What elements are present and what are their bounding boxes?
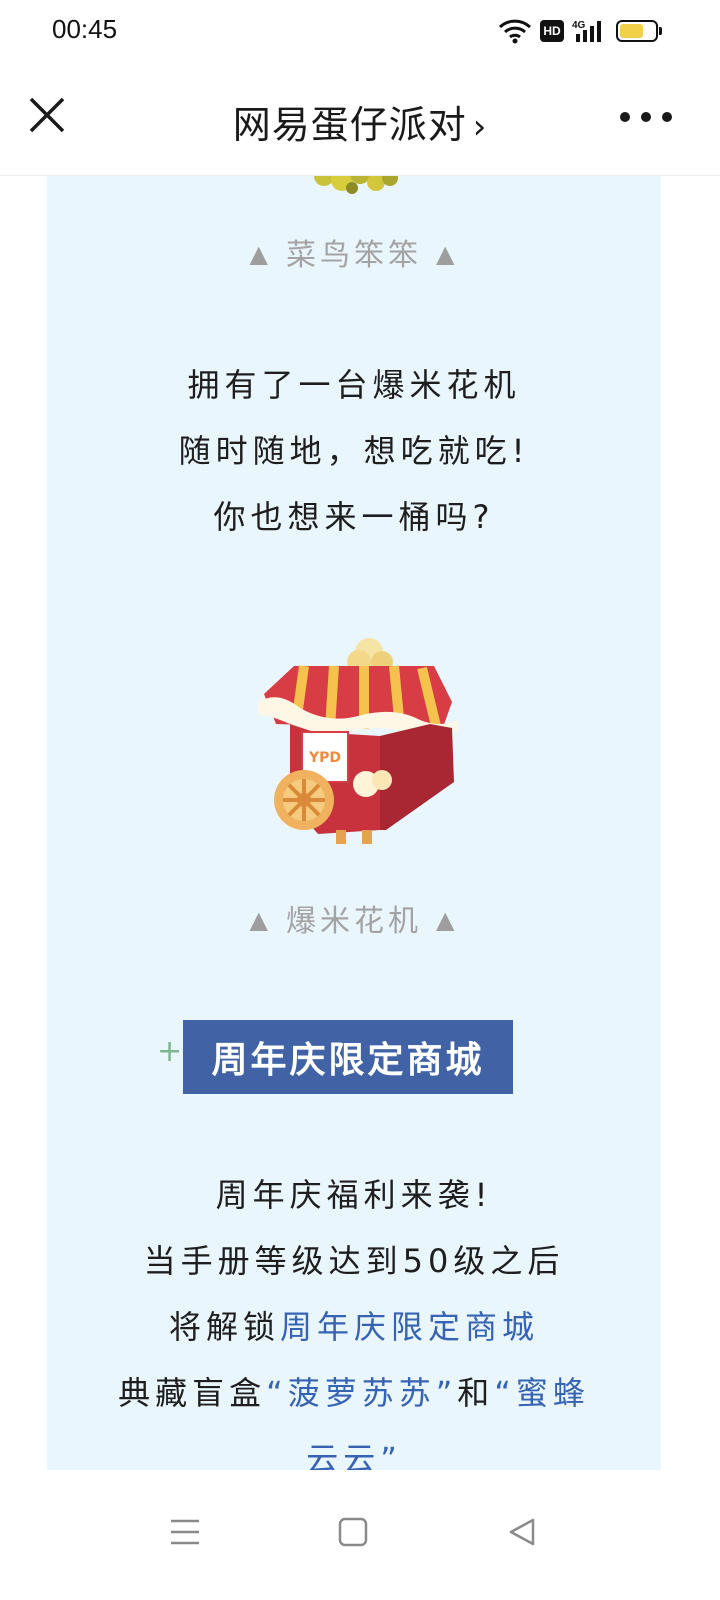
paragraph-line: 云云” [47,1426,661,1470]
status-time: 00:45 [52,14,118,44]
image-caption: ▲ 菜鸟笨笨 ▲ [47,230,661,274]
paragraph-anniversary: 周年庆福利来袭! 当手册等级达到50级之后 将解锁周年庆限定商城 典藏盲盒“菠萝… [47,1162,661,1470]
hd-badge: HD [540,20,564,42]
popcorn-sign-text: YPD [308,750,341,766]
back-icon [507,1517,537,1551]
article-content[interactable]: ▲ 菜鸟笨笨 ▲ 拥有了一台爆米花机 随时随地，想吃就吃! 你也想来一桶吗? YPD [47,176,661,1470]
triangle-icon: ▲ [249,240,272,268]
more-button[interactable] [620,102,672,132]
paragraph-line: 将解锁周年庆限定商城 [47,1294,661,1360]
highlight-text: 周年庆限定商城 [280,1308,540,1346]
triangle-icon: ▲ [436,240,459,268]
paragraph-line: 随时随地，想吃就吃! [178,432,530,470]
battery-icon [616,20,662,42]
battery-level [620,24,644,38]
status-icons: HD 4G [498,16,662,46]
caption-text: 爆米花机 [286,904,422,939]
status-bar: 00:45 HD 4G [0,0,720,62]
highlight-text: 云云” [306,1440,402,1470]
paragraph-line: 典藏盲盒“菠萝苏苏”和“蜜蜂 [47,1360,661,1426]
more-icon-dot [641,112,651,122]
signal-icon: 4G [572,18,608,44]
text-span: 将解锁 [168,1308,280,1346]
triangle-icon: ▲ [249,906,272,934]
paragraph-line: 当手册等级达到50级之后 [143,1242,565,1280]
paragraph-line: 周年庆福利来袭! [215,1176,493,1214]
nav-bar: 网易蛋仔派对 › [0,62,720,176]
page-title-text: 网易蛋仔派对 [232,103,467,147]
paragraph-popcorn: 拥有了一台爆米花机 随时随地，想吃就吃! 你也想来一桶吗? [47,352,661,550]
highlight-text: “菠萝苏苏” [266,1374,458,1412]
chevron-right-icon: › [472,107,488,147]
menu-icon [169,1517,201,1551]
text-span: 和 [457,1374,495,1412]
wifi-icon [498,18,532,44]
more-icon-dot [662,112,672,122]
paragraph-line: 你也想来一桶吗? [213,498,495,536]
plus-icon: + [157,1034,183,1069]
home-icon [338,1517,368,1551]
section-title: 周年庆限定商城 [183,1020,513,1094]
text-span: 典藏盲盒 [118,1374,267,1412]
image-caption: ▲ 爆米花机 ▲ [47,896,661,940]
popcorn-machine-image: YPD [254,632,464,856]
network-label: 4G [572,20,586,31]
menu-button[interactable] [155,1504,215,1564]
highlight-text: “蜜蜂 [494,1374,590,1412]
home-button[interactable] [323,1504,383,1564]
popcorn-cluster-image [302,176,412,200]
more-icon-dot [620,112,630,122]
page-title[interactable]: 网易蛋仔派对 › [0,94,720,149]
triangle-icon: ▲ [436,906,459,934]
back-button[interactable] [492,1504,552,1564]
caption-text: 菜鸟笨笨 [286,238,422,273]
paragraph-line: 拥有了一台爆米花机 [187,366,521,404]
system-nav-bar [0,1470,720,1600]
